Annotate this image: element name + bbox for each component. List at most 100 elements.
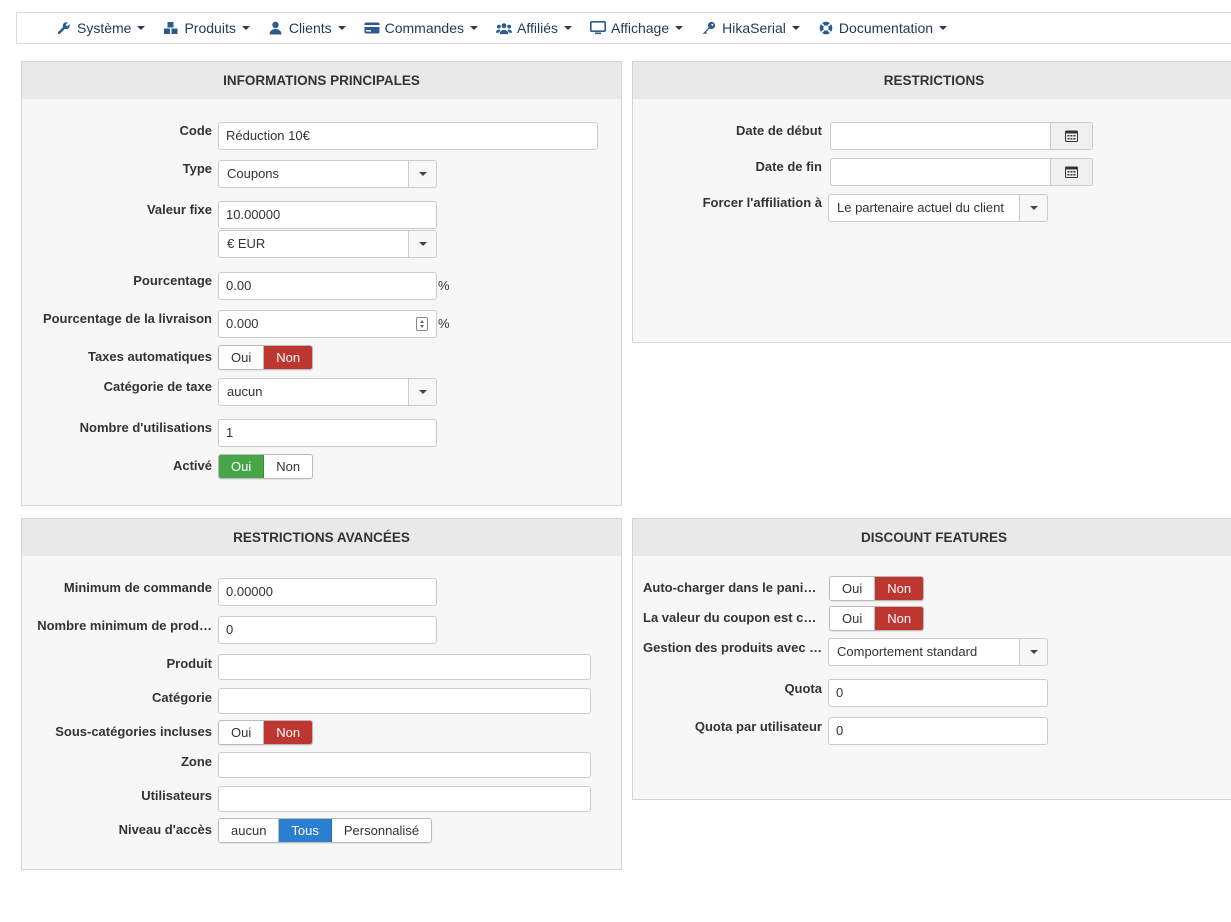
user-quota-label: Quota par utilisateur bbox=[694, 719, 822, 734]
auto-tax-label: Taxes automatiques bbox=[87, 349, 212, 364]
category-field[interactable] bbox=[218, 688, 591, 714]
code-label: Code bbox=[179, 123, 213, 138]
products-management-select[interactable]: Comportement standard bbox=[828, 638, 1048, 666]
min-products-field[interactable]: 0 bbox=[218, 616, 437, 644]
percent-unit: % bbox=[438, 278, 450, 293]
auto-tax-no-button[interactable]: Non bbox=[264, 346, 313, 369]
coupon-value-toggle: Oui Non bbox=[829, 606, 925, 631]
shipping-percent-field[interactable]: 0.000 bbox=[218, 310, 437, 338]
menu-clients[interactable]: Clients bbox=[259, 13, 355, 43]
quota-field[interactable]: 0 bbox=[828, 679, 1048, 707]
user-quota-field[interactable]: 0 bbox=[828, 717, 1048, 745]
zone-field[interactable] bbox=[218, 752, 591, 778]
active-yes-button[interactable]: Oui bbox=[219, 455, 265, 478]
currency-select-value: € EUR bbox=[227, 236, 266, 251]
fixed-value-label: Valeur fixe bbox=[146, 202, 212, 217]
chevron-down-icon bbox=[563, 26, 572, 30]
chevron-down-icon bbox=[241, 26, 250, 30]
coupon-value-yes-button[interactable]: Oui bbox=[830, 607, 876, 630]
percent-field[interactable]: 0.00 bbox=[218, 272, 437, 300]
user-icon bbox=[268, 20, 284, 36]
menu-hikaserial[interactable]: HikaSerial bbox=[692, 13, 809, 43]
affiliate-select-value: Le partenaire actuel du client bbox=[837, 200, 1004, 215]
chevron-down-icon[interactable] bbox=[408, 161, 436, 187]
discount-features-panel: DISCOUNT FEATURES Auto-charger dans le p… bbox=[632, 518, 1231, 800]
restrictions-panel: RESTRICTIONS Date de début Date de fin F… bbox=[632, 61, 1231, 343]
tax-category-select[interactable]: aucun bbox=[218, 378, 437, 406]
shipping-percent-unit: % bbox=[438, 316, 450, 331]
chevron-down-icon[interactable] bbox=[408, 231, 436, 257]
monitor-icon bbox=[589, 20, 606, 36]
shipping-percent-label: Pourcentage de la livraison bbox=[42, 311, 212, 326]
autoload-no-button[interactable]: Non bbox=[875, 577, 924, 600]
access-level-label: Niveau d'accès bbox=[118, 822, 212, 837]
subcategories-label: Sous-catégories incluses bbox=[55, 724, 212, 739]
end-date-label: Date de fin bbox=[755, 159, 822, 174]
tax-category-value: aucun bbox=[227, 384, 263, 399]
active-no-button[interactable]: Non bbox=[264, 455, 313, 478]
chevron-down-icon[interactable] bbox=[408, 379, 436, 405]
calendar-icon[interactable] bbox=[1050, 158, 1093, 186]
uses-field[interactable]: 1 bbox=[218, 419, 437, 447]
chevron-down-icon bbox=[337, 26, 346, 30]
type-select-value: Coupons bbox=[227, 166, 280, 181]
chevron-down-icon bbox=[939, 26, 948, 30]
end-date-picker bbox=[830, 158, 1093, 186]
discount-features-title: DISCOUNT FEATURES bbox=[633, 519, 1231, 556]
autoload-yes-button[interactable]: Oui bbox=[830, 577, 876, 600]
access-level-toggle: aucun Tous Personnalisé bbox=[218, 818, 433, 843]
menu-documentation[interactable]: Documentation bbox=[809, 13, 956, 43]
min-order-field[interactable]: 0.00000 bbox=[218, 578, 437, 606]
calendar-icon[interactable] bbox=[1050, 122, 1093, 150]
access-none-button[interactable]: aucun bbox=[219, 819, 280, 842]
menu-affilies[interactable]: Affiliés bbox=[487, 13, 581, 43]
menu-systeme-label: Système bbox=[77, 20, 132, 36]
cubes-icon bbox=[163, 20, 179, 36]
chevron-down-icon bbox=[470, 26, 478, 30]
quota-label: Quota bbox=[784, 681, 822, 696]
chevron-down-icon bbox=[675, 26, 684, 30]
chevron-down-icon[interactable] bbox=[1019, 195, 1047, 221]
access-all-button[interactable]: Tous bbox=[279, 819, 332, 842]
chevron-down-icon bbox=[791, 26, 800, 30]
affiliate-select[interactable]: Le partenaire actuel du client bbox=[828, 194, 1048, 222]
menu-commandes[interactable]: Commandes bbox=[355, 13, 487, 43]
restrictions-title: RESTRICTIONS bbox=[633, 62, 1231, 99]
code-field[interactable]: Réduction 10€ bbox=[218, 122, 598, 150]
end-date-field[interactable] bbox=[830, 158, 1050, 186]
lifebuoy-icon bbox=[818, 20, 834, 36]
main-info-panel: INFORMATIONS PRINCIPALES Code Réduction … bbox=[21, 61, 622, 506]
chevron-down-icon[interactable] bbox=[1019, 639, 1047, 665]
product-field[interactable] bbox=[218, 654, 591, 680]
menu-affichage[interactable]: Affichage bbox=[581, 13, 692, 43]
tax-category-label: Catégorie de taxe bbox=[103, 379, 212, 394]
start-date-field[interactable] bbox=[830, 122, 1050, 150]
credit-card-icon bbox=[364, 20, 380, 36]
autoload-toggle: Oui Non bbox=[829, 576, 925, 601]
access-custom-button[interactable]: Personnalisé bbox=[331, 819, 432, 842]
menu-hikaserial-label: HikaSerial bbox=[722, 20, 786, 36]
advanced-restrictions-panel: RESTRICTIONS AVANCÉES Minimum de command… bbox=[21, 518, 622, 870]
zone-label: Zone bbox=[180, 754, 212, 769]
products-management-value: Comportement standard bbox=[837, 644, 978, 659]
menu-clients-label: Clients bbox=[288, 20, 332, 36]
menu-produits[interactable]: Produits bbox=[154, 13, 258, 43]
category-label: Catégorie bbox=[152, 690, 212, 705]
spinner-icon[interactable] bbox=[416, 317, 428, 331]
subcategories-no-button[interactable]: Non bbox=[264, 721, 313, 744]
currency-select[interactable]: € EUR bbox=[218, 230, 437, 258]
min-products-label: Nombre minimum de prod… bbox=[37, 618, 212, 633]
subcategories-yes-button[interactable]: Oui bbox=[219, 721, 265, 744]
fixed-value-field[interactable]: 10.00000 bbox=[218, 201, 437, 229]
coupon-value-no-button[interactable]: Non bbox=[875, 607, 924, 630]
users-field[interactable] bbox=[218, 786, 591, 812]
percent-label: Pourcentage bbox=[133, 273, 212, 288]
top-menu-bar: Système Produits Clients Commandes Affil… bbox=[16, 12, 1231, 44]
auto-tax-yes-button[interactable]: Oui bbox=[219, 346, 265, 369]
start-date-label: Date de début bbox=[736, 123, 822, 138]
coupon-value-label: La valeur du coupon est c… bbox=[643, 610, 817, 625]
menu-systeme[interactable]: Système bbox=[47, 13, 154, 43]
active-toggle: Oui Non bbox=[218, 454, 314, 479]
shipping-percent-value: 0.000 bbox=[226, 316, 259, 331]
type-select[interactable]: Coupons bbox=[218, 160, 437, 188]
